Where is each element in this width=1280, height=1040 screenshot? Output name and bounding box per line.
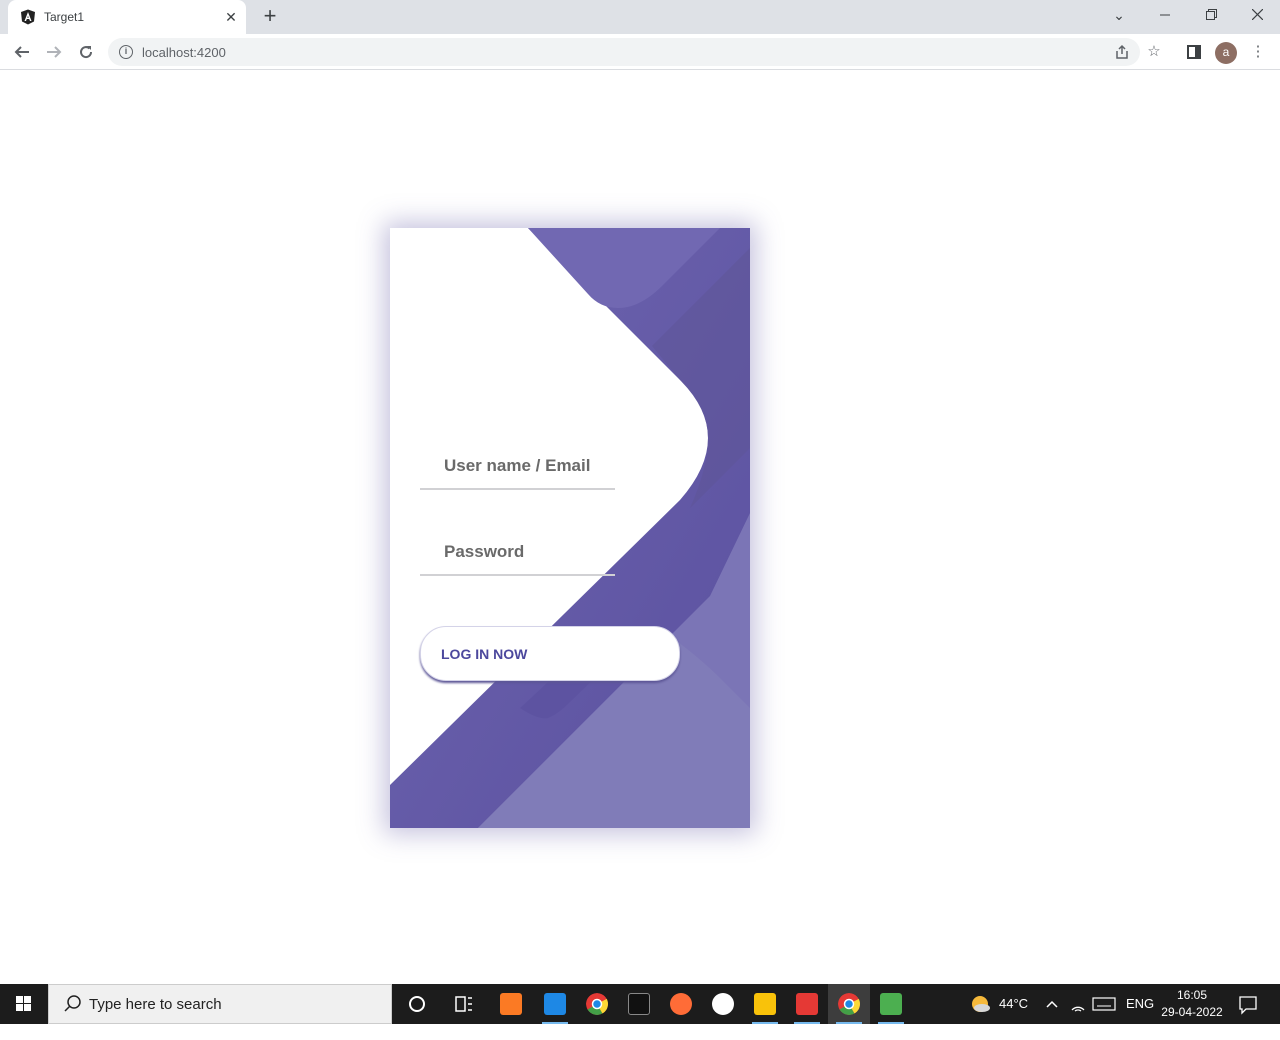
clock-date: 29-04-2022 [1161,1005,1223,1019]
git-icon[interactable] [786,984,828,1024]
tray-chevron-icon[interactable] [1044,984,1060,1024]
restore-button[interactable] [1188,0,1234,30]
clock-time: 16:05 [1176,988,1208,1002]
browser-toolbar: i localhost:4200 ☆ a ⋮ [0,34,1280,70]
weather-temperature[interactable]: 44°C [999,984,1028,1024]
username-field [420,428,615,490]
search-placeholder: Type here to search [89,996,222,1013]
postman-icon[interactable] [660,984,702,1024]
username-input[interactable] [420,446,615,486]
angular-icon [21,9,35,25]
language-indicator[interactable]: ENG [1126,984,1154,1024]
terminal-icon[interactable] [618,984,660,1024]
minimize-button[interactable] [1142,0,1188,30]
clock[interactable]: 16:05 29-04-2022 [1160,987,1224,1021]
file-explorer-icon[interactable] [744,984,786,1024]
start-button[interactable] [0,984,48,1024]
close-window-button[interactable] [1234,0,1280,30]
notepad-icon[interactable] [870,984,912,1024]
mongodb-compass-icon[interactable] [702,984,744,1024]
forward-button[interactable] [40,38,68,66]
tab-search-icon[interactable]: ⌄ [1096,0,1142,30]
windows-taskbar: Type here to search 44°C ENG 16:05 29-04… [0,984,1280,1024]
chrome-active-icon[interactable] [828,984,870,1024]
profile-avatar[interactable]: a [1215,42,1237,64]
notifications-icon[interactable] [1238,984,1258,1024]
tab-title: Target1 [44,10,85,24]
bookmark-star-icon[interactable]: ☆ [1140,38,1168,66]
chrome-icon[interactable] [576,984,618,1024]
password-field [420,514,615,576]
site-info-icon[interactable]: i [119,45,133,59]
weather-icon[interactable] [968,984,992,1024]
keyboard-icon[interactable] [1092,984,1116,1024]
tab-close-icon[interactable]: ✕ [222,8,240,26]
windows-logo-icon [16,996,31,1011]
address-bar[interactable]: i localhost:4200 [108,38,1140,66]
cortana-icon[interactable] [396,984,438,1024]
taskbar-search[interactable]: Type here to search [48,984,392,1024]
tab-strip: Target1 ✕ + ⌄ [0,0,1280,34]
search-icon [64,995,81,1012]
password-input[interactable] [420,532,615,572]
xampp-icon[interactable] [490,984,532,1024]
browser-tab[interactable]: Target1 ✕ [8,0,246,34]
share-icon[interactable] [1108,38,1136,66]
url-text[interactable]: localhost:4200 [142,45,226,60]
login-card: LOG IN NOW [390,228,750,828]
menu-kebab-icon[interactable]: ⋮ [1244,38,1272,66]
new-tab-button[interactable]: + [258,5,282,29]
side-panel-icon[interactable] [1180,38,1208,66]
login-button[interactable]: LOG IN NOW [420,626,680,681]
wifi-icon[interactable] [1070,984,1086,1024]
reload-button[interactable] [72,38,100,66]
vscode-icon[interactable] [534,984,576,1024]
back-button[interactable] [8,38,36,66]
task-view-icon[interactable] [442,984,484,1024]
